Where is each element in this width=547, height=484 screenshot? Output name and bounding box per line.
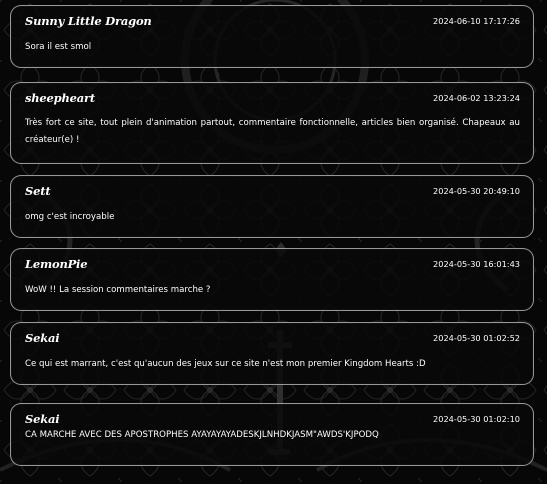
comment-author: Sunny Little Dragon — [25, 14, 152, 28]
comment-author: Sekai — [25, 331, 60, 345]
comment-timestamp: 2024-05-30 16:01:43 — [433, 259, 520, 269]
comment-message: Sora il est smol — [25, 42, 92, 52]
comment-timestamp: 2024-05-30 01:02:52 — [433, 333, 520, 343]
comment-timestamp: 2024-06-02 13:23:24 — [433, 93, 520, 103]
comment-card: Sekai 2024-05-30 01:02:52 Ce qui est mar… — [10, 322, 534, 385]
comment-author: sheepheart — [25, 91, 96, 105]
comment-message: Ce qui est marrant, c'est qu'aucun des j… — [25, 359, 426, 369]
comment-card: LemonPie 2024-05-30 16:01:43 WoW !! La s… — [10, 248, 534, 311]
comment-message: CA MARCHE AVEC DES APOSTROPHES AYAYAYAYA… — [25, 430, 379, 440]
comment-author: LemonPie — [25, 257, 88, 271]
comment-card: Sekai 2024-05-30 01:02:10 CA MARCHE AVEC… — [10, 403, 534, 466]
comment-author: Sett — [25, 184, 51, 198]
comment-card: Sunny Little Dragon 2024-06-10 17:17:26 … — [10, 5, 534, 68]
comment-card: Sett 2024-05-30 20:49:10 omg c'est incro… — [10, 175, 534, 238]
comment-message: omg c'est incroyable — [25, 212, 115, 222]
comment-card: sheepheart 2024-06-02 13:23:24 Très fort… — [10, 82, 534, 164]
comment-message: Très fort ce site, tout plein d'animatio… — [25, 118, 520, 145]
comment-message: WoW !! La session commentaires marche ? — [25, 285, 211, 295]
comment-author: Sekai — [25, 412, 60, 426]
comment-timestamp: 2024-05-30 20:49:10 — [433, 186, 520, 196]
comment-timestamp: 2024-05-30 01:02:10 — [433, 414, 520, 424]
comment-timestamp: 2024-06-10 17:17:26 — [433, 16, 520, 26]
